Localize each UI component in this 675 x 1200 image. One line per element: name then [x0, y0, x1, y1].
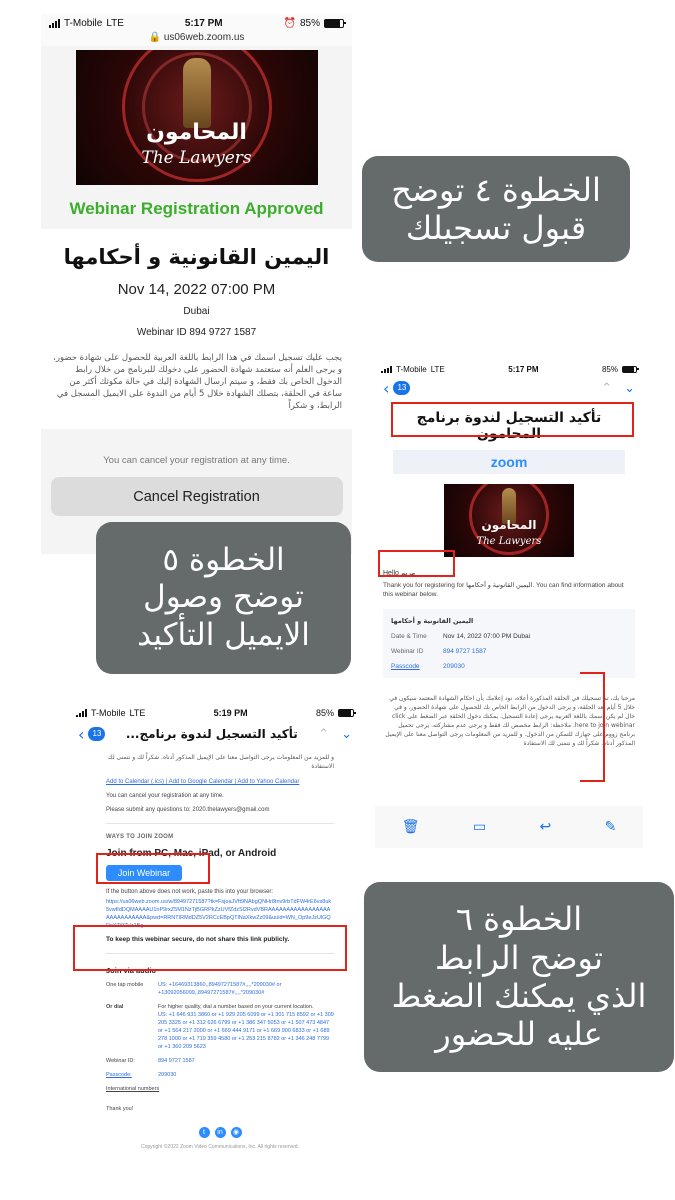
battery-icon [323, 18, 346, 28]
chevron-down-icon[interactable]: ⌄ [341, 727, 352, 742]
annotation-box-hello [378, 550, 455, 577]
one-tap-row: One tap mobile US: +16469313860,,8949727… [106, 982, 282, 996]
copyright: Copyright ©2022 Zoom Video Communication… [141, 1144, 299, 1150]
battery-percent: 85% [315, 708, 334, 718]
banner-title-ar: المحامون [481, 518, 537, 532]
signal-icon [381, 365, 392, 373]
chevron-left-icon: ‹ [78, 724, 85, 744]
clock: 5:17 PM [508, 364, 539, 374]
event-date: Nov 14, 2022 07:00 PM [117, 281, 276, 298]
info-row: Webinar ID 894 9727 1587 [391, 648, 487, 655]
dial-note: For higher quality, dial a number based … [158, 1004, 314, 1010]
status-bar: T-Mobile LTE 5:19 PM 85% [70, 705, 360, 721]
webinar-id: Webinar ID 894 9727 1587 [136, 327, 257, 338]
banner-title-en: The Lawyers [476, 536, 542, 547]
mail-nav-bar: ‹ 13 تأكيد التسجيل لندوة برنامج... ⌃ ⌄ [70, 721, 360, 747]
info-row: Passcode 209030 [391, 663, 465, 670]
address-bar[interactable]: 🔒 us06web.zoom.us [41, 32, 352, 46]
justice-statue-icon [182, 58, 211, 128]
carrier: T-Mobile [91, 708, 126, 718]
registration-approved-screenshot: T-Mobile LTE 5:17 PM ⏰ 85% 🔒 us06web.zoo… [41, 14, 352, 554]
reply-icon[interactable]: ↩ [539, 819, 551, 835]
email-subject: تأكيد التسجيل لندوة برنامج... [125, 727, 298, 741]
unread-count-badge: 13 [88, 727, 106, 741]
annotation-box-subject [391, 402, 634, 437]
back-button[interactable]: ‹ 13 [78, 724, 106, 744]
cancel-text: You can cancel your registration at any … [106, 793, 224, 799]
banner-title-ar: المحامون [146, 120, 247, 145]
international-link[interactable]: International numbers [106, 1085, 334, 1093]
zoom-logo: zoom [393, 450, 625, 474]
blog-icon[interactable]: ◉ [230, 1127, 242, 1138]
status-bar: T-Mobile LTE 5:17 PM ⏰ 85% [41, 14, 352, 32]
battery-icon [337, 709, 356, 717]
info-title: اليمين القانونية و أحكامها [391, 617, 474, 625]
chevron-up-icon[interactable]: ⌃ [318, 727, 329, 742]
folder-icon[interactable]: ▭ [473, 819, 486, 835]
carrier: T-Mobile [396, 364, 427, 374]
network-type: LTE [430, 364, 445, 374]
lawyers-banner-image: المحامون The Lawyers [75, 50, 318, 185]
unread-count-badge: 13 [393, 381, 411, 395]
battery-percent: 85% [299, 17, 320, 29]
dial-numbers[interactable]: US: +1 646 931 3860 or +1 929 205 6099 o… [158, 1012, 334, 1050]
linkedin-icon[interactable]: in [214, 1127, 226, 1138]
webinar-id-row: Webinar ID: 894 9727 1587 [106, 1058, 195, 1064]
clock: 5:19 PM [213, 708, 248, 718]
battery-icon [621, 365, 639, 373]
signal-icon [49, 18, 60, 28]
compose-icon[interactable]: ✎ [605, 819, 617, 835]
back-button[interactable]: ‹ 13 [383, 378, 411, 398]
caption-step-5: الخطوة ٥ توضح وصول الايميل التأكيد [96, 522, 351, 674]
webinar-info-box: اليمين القانونية و أحكامها Date & Time N… [383, 609, 635, 678]
network-type: LTE [106, 17, 124, 29]
status-bar: T-Mobile LTE 5:17 PM 85% [375, 362, 643, 376]
calendar-links[interactable]: Add to Calendar (.ics) | Add to Google C… [106, 779, 334, 785]
lock-icon: 🔒 [148, 32, 162, 43]
ways-heading: WAYS TO JOIN ZOOM [106, 834, 174, 840]
clock: 5:17 PM [184, 17, 223, 29]
caption-step-6: الخطوة ٦ توضح الرابط الذي يمكنك الضغط عل… [364, 882, 674, 1072]
trash-icon[interactable]: 🗑 [402, 819, 420, 835]
twitter-icon[interactable]: t [198, 1127, 210, 1138]
tutorial-collage: T-Mobile LTE 5:17 PM ⏰ 85% 🔒 us06web.zoo… [0, 0, 675, 1200]
passcode-row: Passcode: 209030 [106, 1072, 177, 1078]
annotation-box-join-url [73, 925, 347, 971]
cancel-note: You can cancel your registration at any … [103, 455, 290, 466]
alarm-icon: ⏰ [283, 17, 296, 29]
caption-step-4: الخطوة ٤ توضح قبول تسجيلك [362, 156, 630, 262]
event-timezone: Dubai [183, 306, 210, 317]
battery-percent: 85% [601, 364, 618, 374]
annotation-bracket-body [580, 672, 605, 782]
divider [106, 823, 334, 824]
chevron-down-icon[interactable]: ⌄ [624, 381, 635, 396]
questions-text: Please submit any questions to: 2020.the… [106, 807, 270, 813]
info-row: Date & Time Nov 14, 2022 07:00 PM Dubai [391, 633, 531, 640]
event-title: اليمين القانونية و أحكامها [63, 245, 330, 269]
event-card: اليمين القانونية و أحكامها Nov 14, 2022 … [41, 229, 352, 429]
chevron-left-icon: ‹ [383, 378, 390, 398]
annotation-box-join-button [96, 853, 210, 884]
chevron-up-icon[interactable]: ⌃ [601, 381, 612, 396]
thank-you-row: Thank you! [106, 1106, 134, 1112]
dial-row: Or dial For higher quality, dial a numbe… [106, 1004, 334, 1050]
event-description: يجب عليك تسجيل اسمك في هذا الرابط باللغة… [53, 353, 342, 411]
signal-icon [76, 709, 87, 717]
banner-title-en: The Lawyers [141, 148, 252, 168]
url-text: us06web.zoom.us [163, 32, 245, 43]
cancel-registration-button[interactable]: Cancel Registration [50, 477, 343, 516]
carrier: T-Mobile [64, 17, 103, 29]
mail-nav-bar: ‹ 13 ⌃ ⌄ [375, 376, 643, 400]
fallback-instruction: If the button above does not work, paste… [106, 889, 274, 895]
lawyers-banner-image: المحامون The Lawyers [444, 484, 574, 557]
social-links: t in ◉ [106, 1127, 334, 1138]
mail-toolbar: 🗑 ▭ ↩ ✎ [375, 806, 643, 848]
thanks-text: Thank you for registering for اليمين الق… [383, 582, 624, 598]
arabic-closing: و للمزيد من المعلومات يرجى التواصل معنا … [107, 754, 334, 770]
network-type: LTE [129, 708, 146, 718]
approval-heading: Webinar Registration Approved [69, 199, 324, 218]
